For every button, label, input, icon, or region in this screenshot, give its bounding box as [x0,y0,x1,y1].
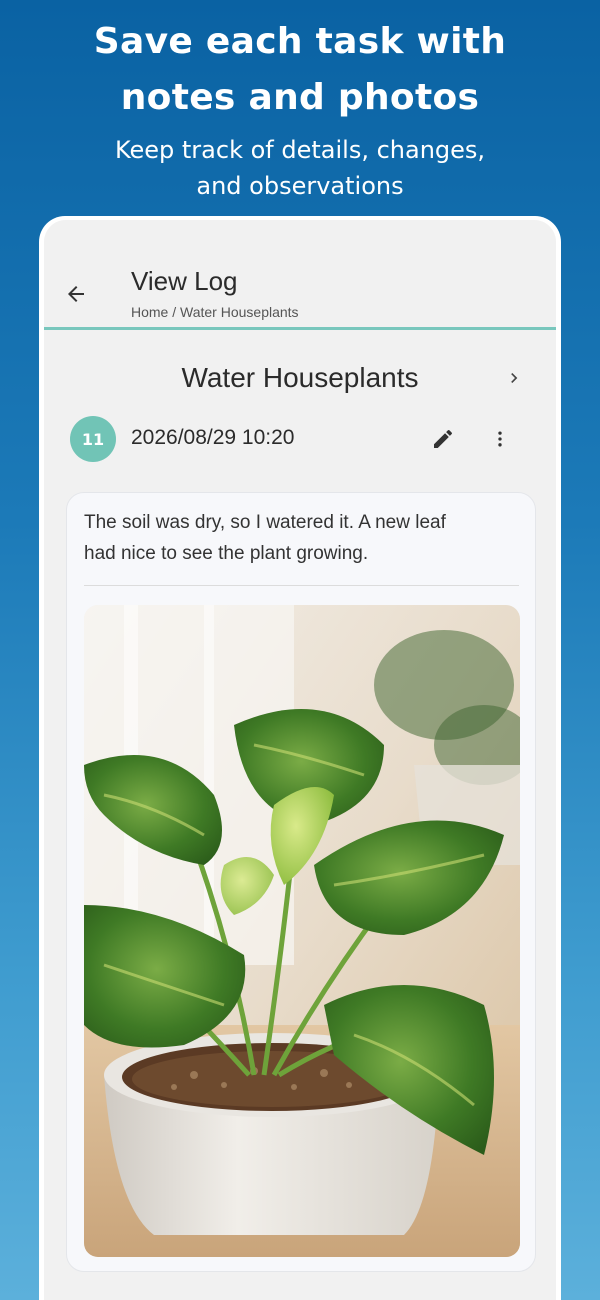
entry-datetime: 2026/08/29 10:20 [131,426,295,449]
app-screen: View Log Home / Water Houseplants Water … [44,220,556,1300]
breadcrumb: Home / Water Houseplants [131,304,299,320]
note-card: The soil was dry, so I watered it. A new… [66,492,536,1272]
chevron-right-icon [511,373,518,383]
promo-subline: Keep track of details, changes, and obse… [0,132,600,204]
more-vertical-icon [498,431,502,447]
page-title: View Log [131,266,238,296]
arrow-left-icon [68,286,84,302]
entry-note-line2: had nice to see the plant growing. [84,543,369,564]
note-divider [84,585,519,586]
next-task-button[interactable] [504,368,524,388]
app-bar: View Log Home / Water Houseplants [44,220,556,330]
plant-photo[interactable] [84,605,520,1257]
promo-headline-line1: Save each task with [93,21,507,62]
promo-headline-line2: notes and photos [120,77,480,118]
log-entry-header: 11 2026/08/29 10:20 [44,414,556,464]
entry-note: The soil was dry, so I watered it. A new… [84,507,524,569]
edit-button[interactable] [430,426,456,452]
entry-note-line1: The soil was dry, so I watered it. A new… [84,512,446,533]
promo-subline-line1: Keep track of details, changes, [114,136,486,164]
promo-subline-line2: and observations [196,172,404,200]
phone-frame: View Log Home / Water Houseplants Water … [39,216,561,1300]
entry-count-badge: 11 [70,416,116,462]
pencil-icon [434,429,453,448]
back-button[interactable] [60,278,92,310]
task-header: Water Houseplants [44,356,556,400]
plant-photo-illustration [84,605,520,1257]
more-options-button[interactable] [490,426,510,452]
promo-headline: Save each task with notes and photos [0,14,600,126]
task-title: Water Houseplants [181,362,419,393]
